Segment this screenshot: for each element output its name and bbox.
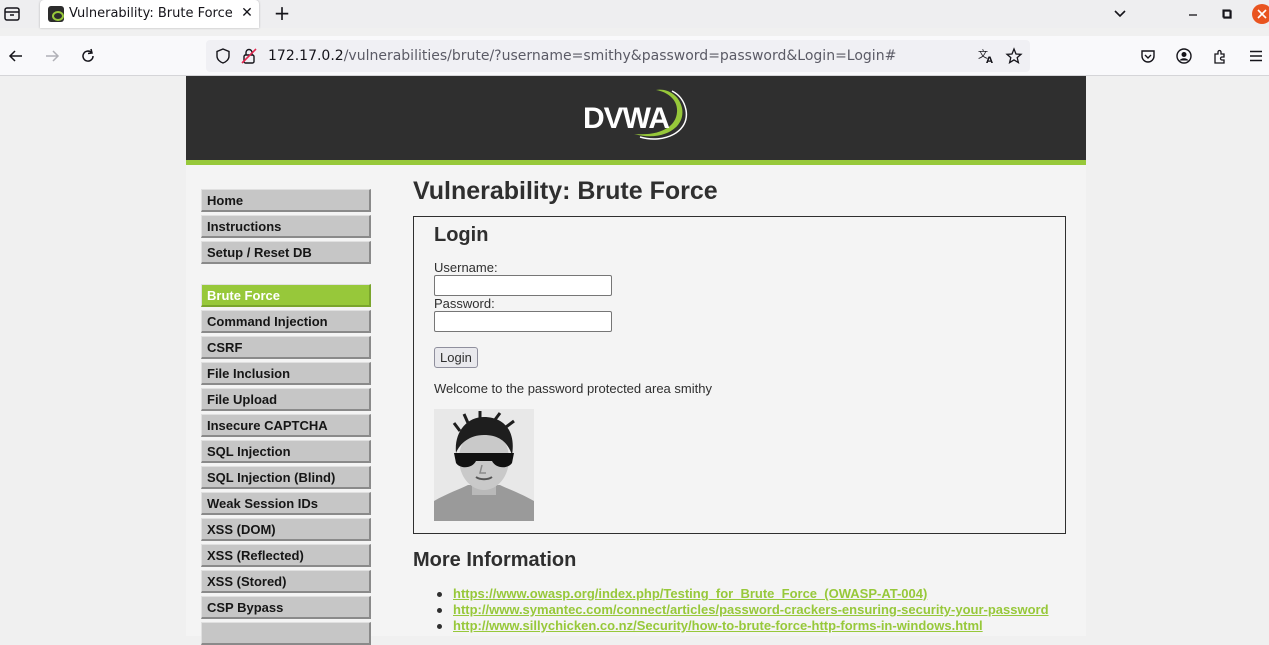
- reference-link[interactable]: http://www.sillychicken.co.nz/Security/h…: [453, 618, 983, 633]
- menu-item-insecure-captcha[interactable]: Insecure CAPTCHA: [201, 414, 371, 437]
- page-title: Vulnerability: Brute Force: [413, 177, 718, 205]
- tab-title: Vulnerability: Brute Force: [69, 6, 233, 21]
- menu-item-setup-reset-db[interactable]: Setup / Reset DB: [201, 241, 371, 264]
- close-window-icon[interactable]: [1252, 4, 1269, 24]
- reference-link[interactable]: https://www.owasp.org/index.php/Testing_…: [453, 586, 927, 601]
- hamburger-menu-icon[interactable]: [1247, 47, 1265, 65]
- back-arrow-icon[interactable]: [7, 47, 25, 65]
- close-tab-icon[interactable]: ✕: [238, 4, 256, 22]
- bullet-icon: [437, 608, 442, 613]
- page-header: DVWA: [186, 76, 1086, 165]
- dvwa-logo[interactable]: DVWA: [582, 84, 692, 148]
- password-label: Password:: [434, 296, 495, 311]
- new-tab-icon[interactable]: +: [271, 2, 293, 24]
- tab-overview-icon[interactable]: [3, 5, 21, 23]
- maximize-window-icon[interactable]: [1220, 6, 1234, 20]
- menu-item-xss-dom[interactable]: XSS (DOM): [201, 518, 371, 541]
- insecure-lock-icon[interactable]: [240, 47, 258, 65]
- user-avatar: [434, 409, 534, 521]
- url-bar[interactable]: 172.17.0.2/vulnerabilities/brute/?userna…: [206, 40, 1030, 72]
- bullet-icon: [437, 592, 442, 597]
- menu-item-file-upload[interactable]: File Upload: [201, 388, 371, 411]
- password-input[interactable]: [434, 311, 612, 332]
- menu-item-csrf[interactable]: CSRF: [201, 336, 371, 359]
- reference-link[interactable]: http://www.symantec.com/connect/articles…: [453, 602, 1049, 617]
- extensions-icon[interactable]: [1211, 47, 1229, 65]
- menu-item-file-inclusion[interactable]: File Inclusion: [201, 362, 371, 385]
- list-all-tabs-icon[interactable]: [1112, 5, 1128, 21]
- dvwa-page: DVWA Home Instructions Setup / Reset DB Bru…: [186, 76, 1086, 645]
- reload-icon[interactable]: [79, 47, 97, 65]
- shield-icon[interactable]: [214, 47, 232, 65]
- menu-item-xss-stored[interactable]: XSS (Stored): [201, 570, 371, 593]
- username-input[interactable]: [434, 275, 612, 296]
- menu-item-partial[interactable]: [201, 622, 371, 645]
- username-label: Username:: [434, 260, 498, 275]
- menu-item-instructions[interactable]: Instructions: [201, 215, 371, 238]
- menu-item-home[interactable]: Home: [201, 189, 371, 212]
- svg-text:A: A: [986, 56, 993, 65]
- pocket-icon[interactable]: [1139, 47, 1157, 65]
- menu-item-weak-session-ids[interactable]: Weak Session IDs: [201, 492, 371, 515]
- welcome-message: Welcome to the password protected area s…: [434, 381, 712, 396]
- menu-item-xss-reflected[interactable]: XSS (Reflected): [201, 544, 371, 567]
- logo-wordmark: DVWA: [583, 102, 669, 135]
- dvwa-favicon-icon: [48, 6, 64, 22]
- url-host: 172.17.0.2: [268, 48, 344, 64]
- forward-arrow-icon[interactable]: [43, 47, 61, 65]
- url-text[interactable]: 172.17.0.2/vulnerabilities/brute/?userna…: [268, 48, 896, 64]
- menu-item-brute-force[interactable]: Brute Force: [201, 284, 371, 307]
- menu-item-command-injection[interactable]: Command Injection: [201, 310, 371, 333]
- url-path: /vulnerabilities/brute/?username=smithy&…: [343, 48, 897, 64]
- more-info-heading: More Information: [413, 549, 577, 571]
- menu-item-csp-bypass[interactable]: CSP Bypass: [201, 596, 371, 619]
- login-button[interactable]: Login: [434, 347, 478, 368]
- browser-tab-active[interactable]: Vulnerability: Brute Force ✕: [40, 0, 259, 28]
- vulnerability-box: Login Username: Password: Login Welcome …: [413, 216, 1066, 534]
- browser-tab-bar: Vulnerability: Brute Force ✕ +: [0, 0, 1269, 28]
- login-heading: Login: [434, 224, 489, 246]
- bullet-icon: [437, 624, 442, 629]
- menu-item-sql-injection[interactable]: SQL Injection: [201, 440, 371, 463]
- menu-item-sql-injection-blind[interactable]: SQL Injection (Blind): [201, 466, 371, 489]
- bookmark-star-icon[interactable]: [1005, 47, 1023, 65]
- browser-nav-bar: 172.17.0.2/vulnerabilities/brute/?userna…: [0, 36, 1269, 76]
- minimize-window-icon[interactable]: [1186, 6, 1200, 20]
- translate-icon[interactable]: 文A: [977, 47, 995, 66]
- account-icon[interactable]: [1175, 47, 1193, 65]
